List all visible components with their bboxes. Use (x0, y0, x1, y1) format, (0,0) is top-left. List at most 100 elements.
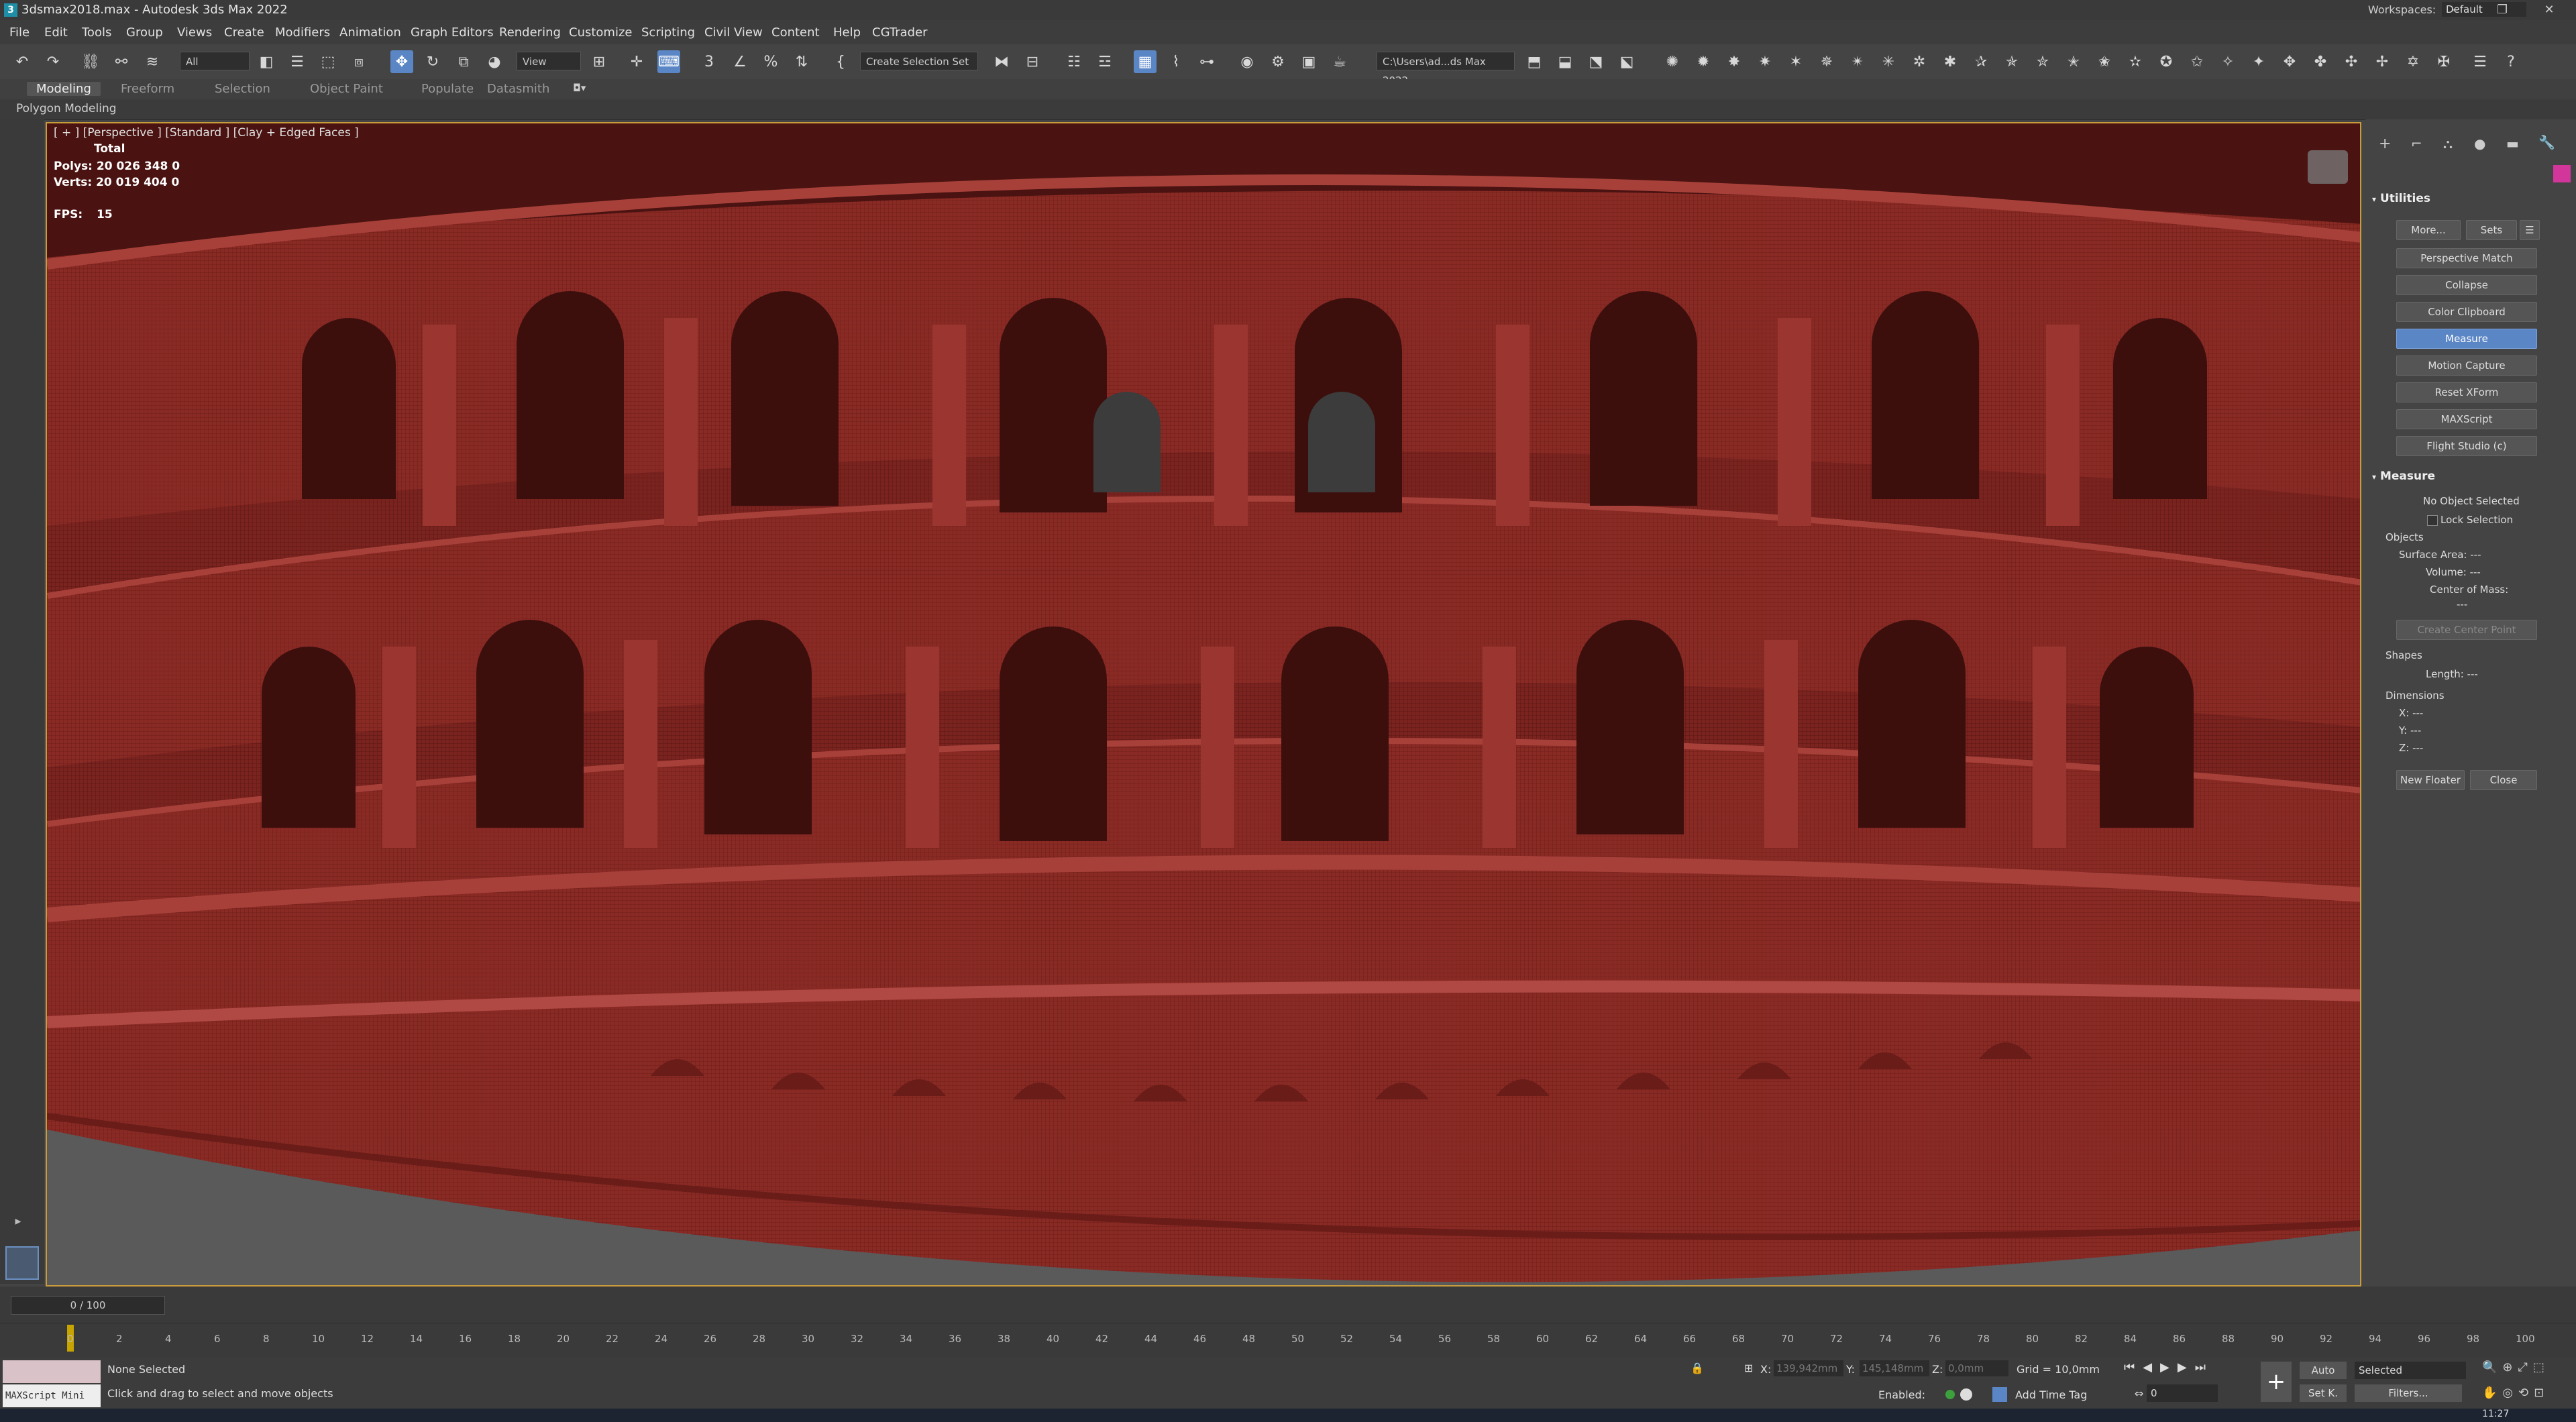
motion-capture-button[interactable]: Motion Capture (2396, 356, 2537, 376)
plugin-icon-g[interactable]: ✴ (1846, 50, 1869, 73)
menu-help[interactable]: Help (833, 25, 861, 40)
toolbar-icon-a[interactable]: ⬒ (1523, 50, 1546, 73)
toolbar-icon-c[interactable]: ⬔ (1585, 50, 1607, 73)
absolute-mode-icon[interactable]: ⊞ (1744, 1362, 1753, 1374)
schematic-view-icon[interactable]: ⊶ (1195, 50, 1218, 73)
color-clipboard-button[interactable]: Color Clipboard (2396, 302, 2537, 322)
angle-snap-icon[interactable]: ∠ (729, 50, 751, 73)
plugin-icon-h[interactable]: ✳ (1877, 50, 1900, 73)
plugin-icon-w[interactable]: ✣ (2340, 50, 2363, 73)
menu-cgtrader[interactable]: CGTrader (872, 25, 928, 40)
menu-group[interactable]: Group (126, 25, 163, 40)
plugin-icon-a[interactable]: ✺ (1661, 50, 1684, 73)
menu-civil-view[interactable]: Civil View (704, 25, 763, 40)
project-folder-dropdown[interactable]: C:\Users\ad...ds Max 2022 (1377, 52, 1515, 87)
material-editor-icon[interactable]: ◉ (1236, 50, 1258, 73)
viewport-layout-icon[interactable] (5, 1246, 39, 1280)
plugin-icon-t[interactable]: ✦ (2247, 50, 2270, 73)
select-manipulate-icon[interactable]: ✛ (625, 50, 648, 73)
menu-customize[interactable]: Customize (569, 25, 632, 40)
menu-edit[interactable]: Edit (44, 25, 68, 40)
help-icon[interactable]: ? (2500, 50, 2522, 73)
x-coordinate-field[interactable]: 139,942mm (1774, 1360, 1843, 1376)
menu-rendering[interactable]: Rendering (499, 25, 561, 40)
add-time-tag[interactable]: Add Time Tag (2015, 1388, 2087, 1401)
viewport-nav-icons[interactable]: 🔍⊕⤢⬚ (2482, 1360, 2550, 1374)
ribbon-toggle-icon[interactable]: ▦ (1134, 50, 1157, 73)
tab-object-paint[interactable]: Object Paint (310, 82, 383, 96)
key-filter-dropdown[interactable]: Selected (2355, 1362, 2466, 1379)
scene-explorer-icon[interactable]: ☷ (1063, 50, 1085, 73)
viewport-label[interactable]: [ + ] [Perspective ] [Standard ] [Clay +… (54, 126, 359, 140)
key-filters-button[interactable]: Filters... (2355, 1384, 2462, 1402)
place-icon[interactable]: ◕ (483, 50, 506, 73)
listener-icon[interactable]: ☰ (2469, 50, 2491, 73)
keyboard-shortcut-override-icon[interactable]: ⌨ (657, 50, 680, 73)
select-and-scale-icon[interactable]: ⧉ (452, 50, 475, 73)
align-icon[interactable]: ⊟ (1021, 50, 1044, 73)
expand-arrow-icon[interactable]: ▸ (9, 1214, 27, 1232)
maxscript-listener-pink[interactable] (3, 1360, 101, 1383)
select-and-move-icon[interactable]: ✥ (390, 50, 413, 73)
select-object-icon[interactable]: ◧ (255, 50, 278, 73)
rendered-frame-window-icon[interactable]: ▣ (1297, 50, 1320, 73)
toolbar-icon-b[interactable]: ⬓ (1554, 50, 1576, 73)
render-setup-icon[interactable]: ⚙ (1267, 50, 1289, 73)
plugin-icon-e[interactable]: ✶ (1784, 50, 1807, 73)
maxscript-button[interactable]: MAXScript (2396, 409, 2537, 429)
named-selection-sets-dropdown[interactable]: Create Selection Set (860, 52, 978, 70)
app-icon[interactable]: 3 (4, 3, 17, 17)
curve-editor-icon[interactable]: ⌇ (1165, 50, 1187, 73)
sets-button[interactable]: Sets (2466, 220, 2517, 240)
current-frame-field[interactable]: 0 (2147, 1384, 2218, 1402)
maxscript-mini-listener[interactable]: MAXScript Mini (3, 1384, 101, 1407)
hierarchy-tab-icon[interactable]: ⛬ (2443, 135, 2453, 152)
plugin-icon-y[interactable]: ✡ (2402, 50, 2424, 73)
plugin-icon-c[interactable]: ✸ (1723, 50, 1746, 73)
plugin-icon-r[interactable]: ✩ (2186, 50, 2208, 73)
link-icon[interactable]: ⛓ (79, 50, 102, 73)
time-slider-thumb[interactable]: 0 / 100 (11, 1296, 165, 1315)
render-production-icon[interactable]: ☕ (1328, 50, 1351, 73)
plugin-icon-l[interactable]: ✯ (2000, 50, 2023, 73)
plugin-icon-o[interactable]: ✬ (2093, 50, 2116, 73)
utilities-tab-icon[interactable]: 🔧 (2538, 134, 2555, 150)
viewport-nav-icons-2[interactable]: ✋◎⟲⊡ (2482, 1386, 2549, 1400)
menu-views[interactable]: Views (177, 25, 212, 40)
viewcube-icon[interactable] (2308, 150, 2348, 184)
pivot-center-icon[interactable]: ⊞ (588, 50, 610, 73)
plugin-icon-x[interactable]: ✢ (2371, 50, 2394, 73)
menu-content[interactable]: Content (771, 25, 820, 40)
plugin-icon-b[interactable]: ✹ (1692, 50, 1715, 73)
plugin-icon-p[interactable]: ✫ (2124, 50, 2147, 73)
tab-selection[interactable]: Selection (215, 82, 270, 96)
mirror-icon[interactable]: ⧓ (990, 50, 1013, 73)
plugin-icon-d[interactable]: ✷ (1754, 50, 1776, 73)
plugin-icon-z[interactable]: ✠ (2432, 50, 2455, 73)
enabled-indicator[interactable] (1945, 1390, 1955, 1399)
track-bar[interactable]: 0 2 4 6 8 10 12 14 16 18 20 22 24 26 28 30 32 34 36 38 40 42 4… (0, 1323, 2576, 1358)
plugin-icon-j[interactable]: ✱ (1939, 50, 1962, 73)
reference-coordinate-dropdown[interactable]: View (517, 52, 581, 70)
spinner-snap-icon[interactable]: ⇅ (790, 50, 813, 73)
measure-button[interactable]: Measure (2396, 329, 2537, 349)
toolbar-icon-d[interactable]: ⬕ (1615, 50, 1638, 73)
perspective-viewport[interactable] (46, 122, 2361, 1287)
window-crossing-icon[interactable]: ⧈ (347, 50, 370, 73)
plugin-icon-m[interactable]: ✮ (2031, 50, 2054, 73)
redo-icon[interactable]: ↷ (42, 50, 64, 73)
tab-datasmith[interactable]: Datasmith (487, 82, 549, 96)
z-coordinate-field[interactable]: 0,0mm (1945, 1360, 2008, 1376)
reset-xform-button[interactable]: Reset XForm (2396, 382, 2537, 402)
selection-filter-dropdown[interactable]: All (180, 52, 250, 70)
menu-modifiers[interactable]: Modifiers (275, 25, 330, 40)
polygon-modeling-bar[interactable]: Polygon Modeling (0, 99, 2576, 120)
percent-snap-icon[interactable]: % (759, 50, 782, 73)
measure-rollout-header[interactable]: ▾ Measure (2372, 470, 2435, 483)
menu-create[interactable]: Create (224, 25, 264, 40)
menu-file[interactable]: File (9, 25, 30, 40)
close-window-button[interactable]: ✕ (2529, 0, 2569, 20)
select-and-rotate-icon[interactable]: ↻ (421, 50, 444, 73)
modify-tab-icon[interactable]: ⌐ (2411, 135, 2422, 152)
plugin-icon-n[interactable]: ✭ (2062, 50, 2085, 73)
